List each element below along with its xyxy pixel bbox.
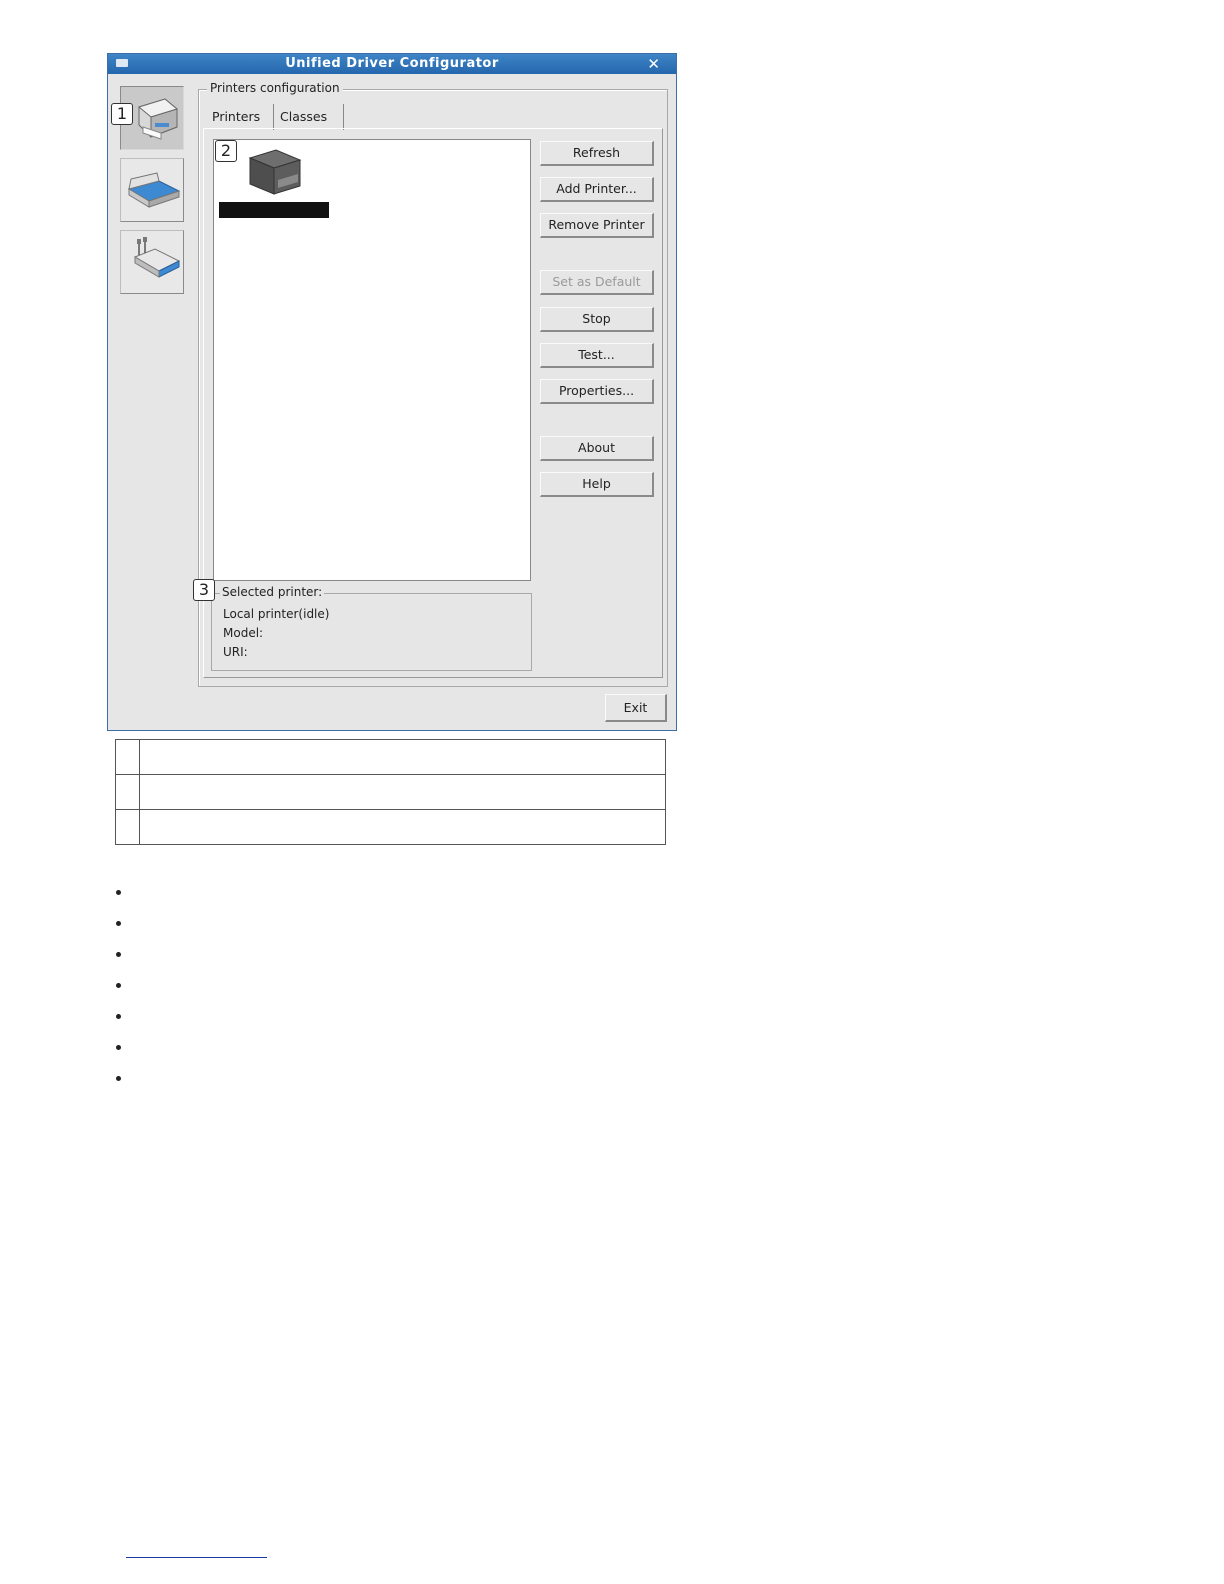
remove-printer-button[interactable]: Remove Printer — [540, 213, 654, 238]
table-cell — [115, 809, 140, 845]
table-cell — [115, 739, 140, 775]
table-cell — [139, 809, 666, 845]
add-printer-button[interactable]: Add Printer... — [540, 177, 654, 202]
properties-button[interactable]: Properties... — [540, 379, 654, 404]
callout-3: 3 — [193, 579, 215, 601]
about-button[interactable]: About — [540, 436, 654, 461]
unified-driver-configurator-window: Unified Driver Configurator ✕ 1 Printers… — [107, 53, 677, 731]
callout-legend-table — [115, 739, 666, 845]
help-button[interactable]: Help — [540, 472, 654, 497]
tab-divider — [343, 104, 344, 130]
selected-printer-legend: Selected printer: — [220, 585, 325, 599]
table-row — [115, 774, 666, 810]
stop-button[interactable]: Stop — [540, 307, 654, 332]
tab-printers[interactable]: Printers — [212, 109, 260, 124]
table-cell — [139, 774, 666, 810]
title-bar[interactable]: Unified Driver Configurator ✕ — [108, 54, 676, 74]
table-cell — [139, 739, 666, 775]
printer-name-redacted — [219, 202, 329, 218]
footer-link-underline[interactable] — [126, 1557, 267, 1558]
test-button[interactable]: Test... — [540, 343, 654, 368]
exit-button[interactable]: Exit — [605, 694, 667, 722]
table-cell — [115, 774, 140, 810]
refresh-button[interactable]: Refresh — [540, 141, 654, 166]
tab-divider — [273, 104, 274, 130]
printer-list[interactable] — [213, 139, 531, 581]
callout-1: 1 — [111, 103, 133, 125]
window-title: Unified Driver Configurator — [285, 56, 499, 71]
close-icon[interactable]: ✕ — [647, 55, 660, 73]
selected-printer-status: Local printer(idle) — [223, 607, 330, 621]
port-icon — [133, 237, 181, 278]
table-row — [115, 739, 666, 775]
tab-classes[interactable]: Classes — [280, 109, 327, 124]
set-as-default-button[interactable]: Set as Default — [540, 270, 654, 295]
scanner-icon — [127, 172, 181, 208]
printer-list-item-icon[interactable] — [242, 144, 306, 204]
table-row — [115, 809, 666, 845]
printers-configuration-legend: Printers configuration — [207, 81, 343, 95]
selected-printer-model-label: Model: — [223, 626, 264, 640]
sidebar-ports-button[interactable] — [120, 230, 184, 294]
sidebar-scanners-button[interactable] — [120, 158, 184, 222]
selected-printer-uri-label: URI: — [223, 645, 248, 659]
callout-2: 2 — [215, 140, 237, 162]
